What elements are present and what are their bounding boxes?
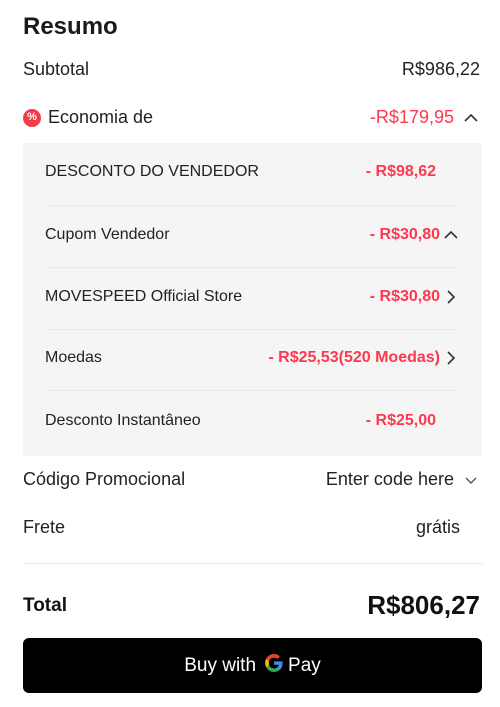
google-g-icon <box>264 653 284 679</box>
summary-title: Resumo <box>23 13 118 40</box>
discount-value: - R$98,62 <box>365 163 436 180</box>
panel-divider <box>45 267 460 268</box>
panel-divider <box>45 205 460 206</box>
discount-value: - R$30,80 <box>369 288 440 305</box>
discount-row-seller: DESCONTO DO VENDEDOR - R$98,62 <box>45 163 436 181</box>
chevron-up-icon[interactable] <box>462 109 480 127</box>
discount-row-instant: Desconto Instantâneo - R$25,00 <box>45 412 436 430</box>
discount-row-coupon[interactable]: Cupom Vendedor - R$30,80 <box>45 226 460 244</box>
subtotal-value: R$986,22 <box>401 59 480 79</box>
discount-row-store[interactable]: MOVESPEED Official Store - R$30,80 <box>45 288 460 306</box>
savings-value-group: -R$179,95 <box>370 107 480 128</box>
savings-value: -R$179,95 <box>369 107 454 127</box>
total-value: R$806,27 <box>367 590 480 620</box>
discount-label: DESCONTO DO VENDEDOR <box>45 163 259 180</box>
discount-label: Moedas <box>45 349 102 366</box>
chevron-right-icon[interactable] <box>442 349 460 367</box>
panel-divider <box>45 390 460 391</box>
savings-label-group: % Economia de <box>23 107 153 128</box>
discount-badge-icon: % <box>23 108 41 127</box>
total-row: Total R$806,27 <box>23 590 480 621</box>
panel-divider <box>45 329 460 330</box>
shipping-label: Frete <box>23 517 66 537</box>
subtotal-row: Subtotal R$986,22 <box>23 59 480 80</box>
pay-label: Pay <box>288 654 321 676</box>
discount-value: - R$25,00 <box>365 412 436 429</box>
discount-row-coins[interactable]: Moedas - R$25,53(520 Moedas) <box>45 349 460 367</box>
shipping-row: Frete grátis <box>23 517 460 538</box>
promo-code-row[interactable]: Código Promocional Enter code here <box>23 469 480 490</box>
buy-with-label: Buy with <box>184 654 257 676</box>
promo-code-label: Código Promocional <box>23 469 186 489</box>
discount-label: MOVESPEED Official Store <box>45 288 243 305</box>
discount-value: - R$25,53(520 Moedas) <box>268 349 440 366</box>
chevron-right-icon[interactable] <box>442 288 460 306</box>
shipping-value: grátis <box>415 517 460 537</box>
promo-code-input[interactable]: Enter code here <box>326 469 480 490</box>
discount-label: Cupom Vendedor <box>45 226 170 243</box>
savings-row[interactable]: % Economia de -R$179,95 <box>23 107 480 128</box>
discount-label: Desconto Instantâneo <box>45 412 201 429</box>
summary-divider <box>23 563 482 564</box>
google-pay-button[interactable]: Buy with Pay <box>23 638 482 693</box>
subtotal-label: Subtotal <box>23 59 90 79</box>
discount-value: - R$30,80 <box>369 226 440 243</box>
chevron-up-icon[interactable] <box>442 226 460 244</box>
total-label: Total <box>23 594 67 616</box>
savings-label: Economia de <box>48 107 154 127</box>
chevron-down-icon[interactable] <box>462 471 480 489</box>
promo-code-placeholder: Enter code here <box>325 469 454 489</box>
